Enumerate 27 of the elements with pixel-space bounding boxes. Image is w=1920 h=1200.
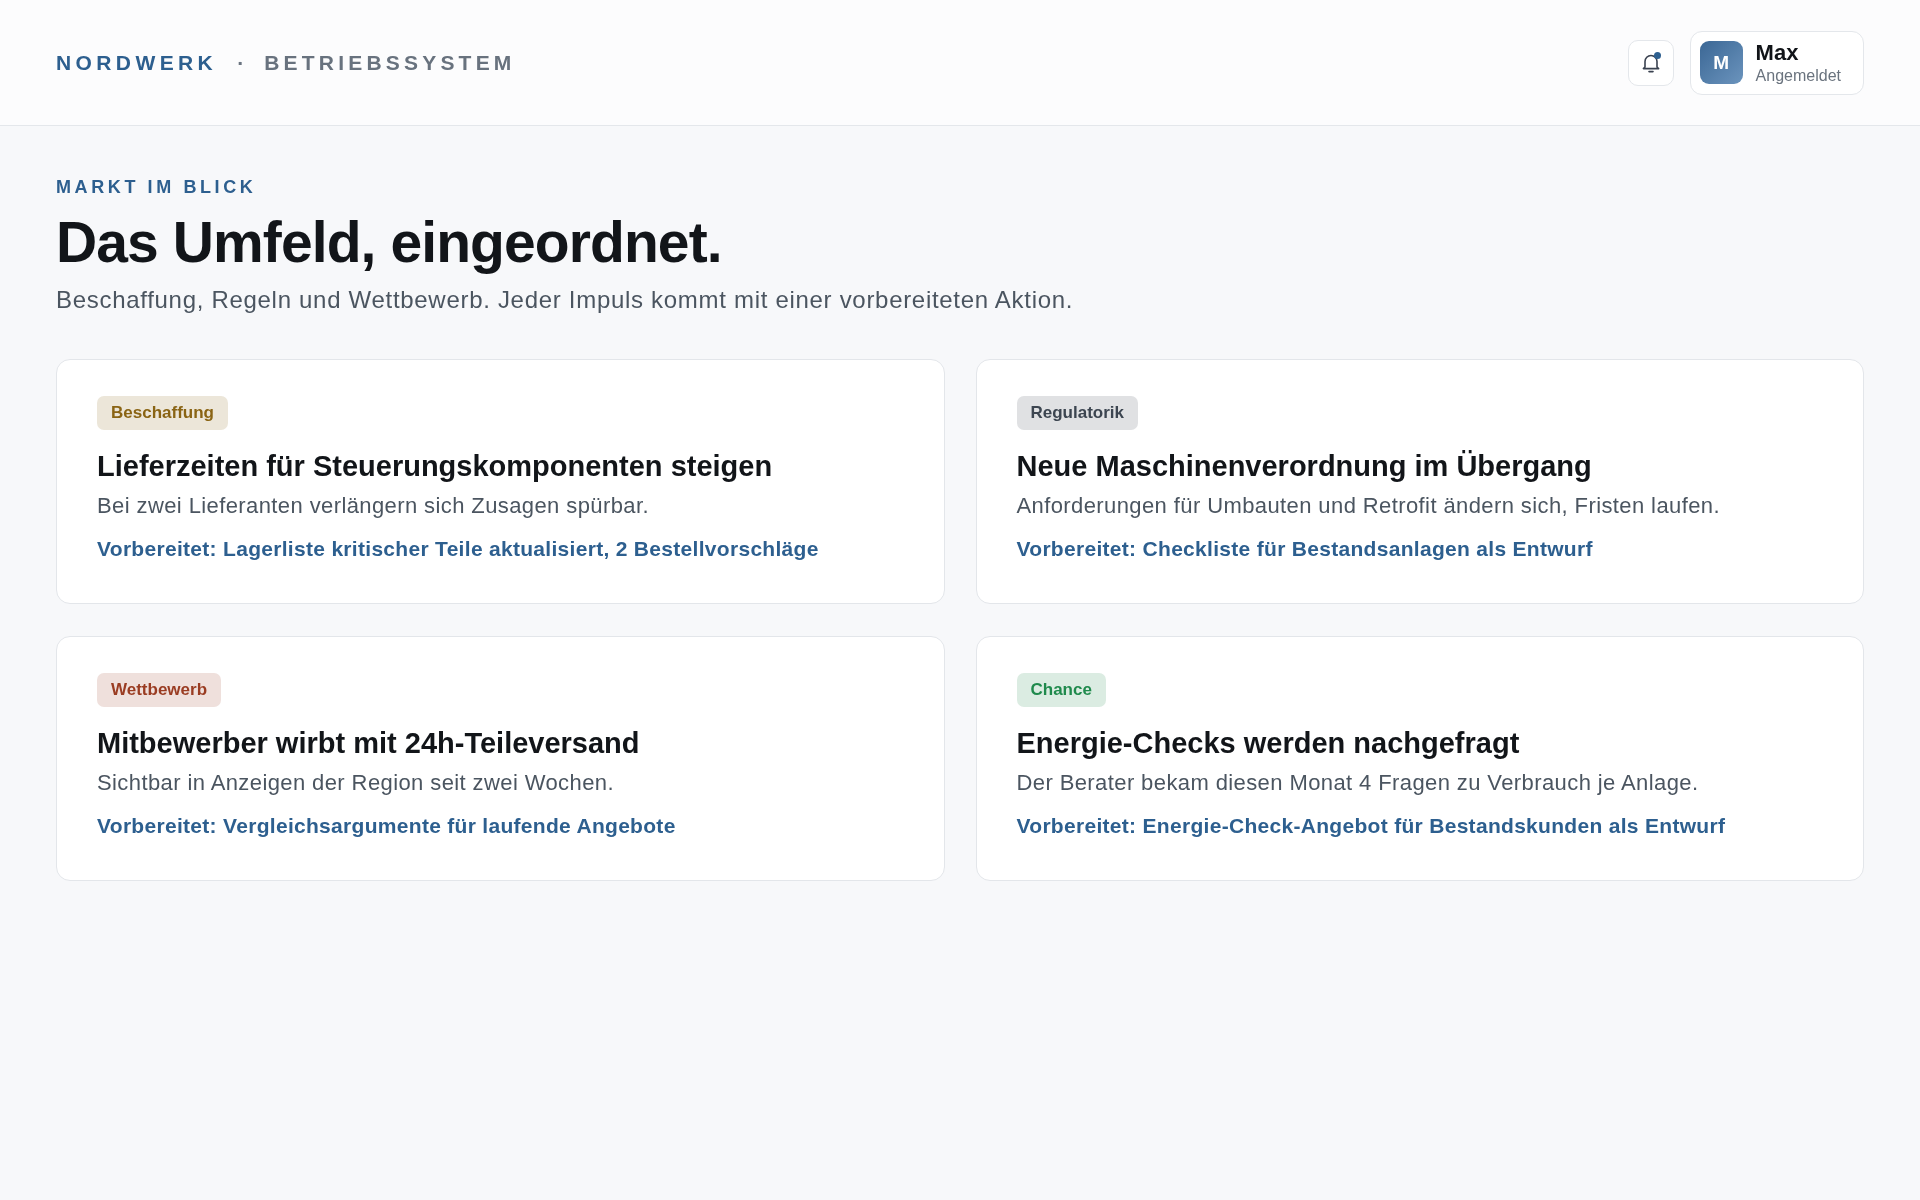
card-description: Sichtbar in Anzeigen der Region seit zwei Wochen.	[97, 769, 614, 797]
category-tag: Chance	[1016, 673, 1106, 707]
brand-separator: ·	[237, 50, 245, 75]
prepared-action-link[interactable]: Vorbereitet: Lagerliste kritischer Teile aktualisiert, 2 Bestellvorschläge	[97, 535, 819, 563]
card-description: Der Berater bekam diesen Monat 4 Fragen zu Verbrauch je Anlage.	[1016, 769, 1699, 797]
product-name: BETRIEBSSYSTEM	[264, 50, 516, 75]
card-description: Anforderungen für Umbauten und Retrofit ändern sich, Fristen laufen.	[1016, 492, 1720, 520]
prepared-action-link[interactable]: Vorbereitet: Energie-Check-Angebot für Bestandskunden als Entwurf	[1016, 812, 1726, 840]
prepared-action-link[interactable]: Vorbereitet: Vergleichsargumente für laufende Angebote	[97, 812, 676, 840]
user-profile[interactable]: M Max Angemeldet	[1689, 30, 1864, 95]
user-avatar: M	[1699, 41, 1743, 84]
page-subtitle: Beschaffung, Regeln und Wettbewerb. Jeder Impuls kommt mit einer vorbereiteten Aktion.	[56, 285, 1075, 315]
brand-name: NORDWERK	[56, 50, 218, 75]
section-eyebrow: MARKT IM BLICK	[56, 176, 258, 199]
card-title: Neue Maschinenverordnung im Übergang	[1016, 449, 1592, 484]
category-tag: Wettbewerb	[97, 673, 222, 707]
prepared-action-link[interactable]: Vorbereitet: Checkliste für Bestandsanlagen als Entwurf	[1016, 535, 1593, 563]
user-status: Angemeldet	[1755, 65, 1841, 86]
card-description: Bei zwei Lieferanten verlängern sich Zusagen spürbar.	[97, 492, 649, 520]
card-title: Lieferzeiten für Steuerungskomponenten steigen	[97, 449, 773, 484]
notifications-button[interactable]	[1627, 39, 1674, 86]
category-tag: Regulatorik	[1016, 396, 1139, 430]
card-title: Mitbewerber wirbt mit 24h-Teileversand	[97, 726, 640, 761]
card-title: Energie-Checks werden nachgefragt	[1016, 726, 1520, 761]
user-name: Max	[1755, 39, 1800, 66]
page-title: Das Umfeld, eingeordnet.	[56, 211, 723, 273]
category-tag: Beschaffung	[97, 396, 228, 430]
